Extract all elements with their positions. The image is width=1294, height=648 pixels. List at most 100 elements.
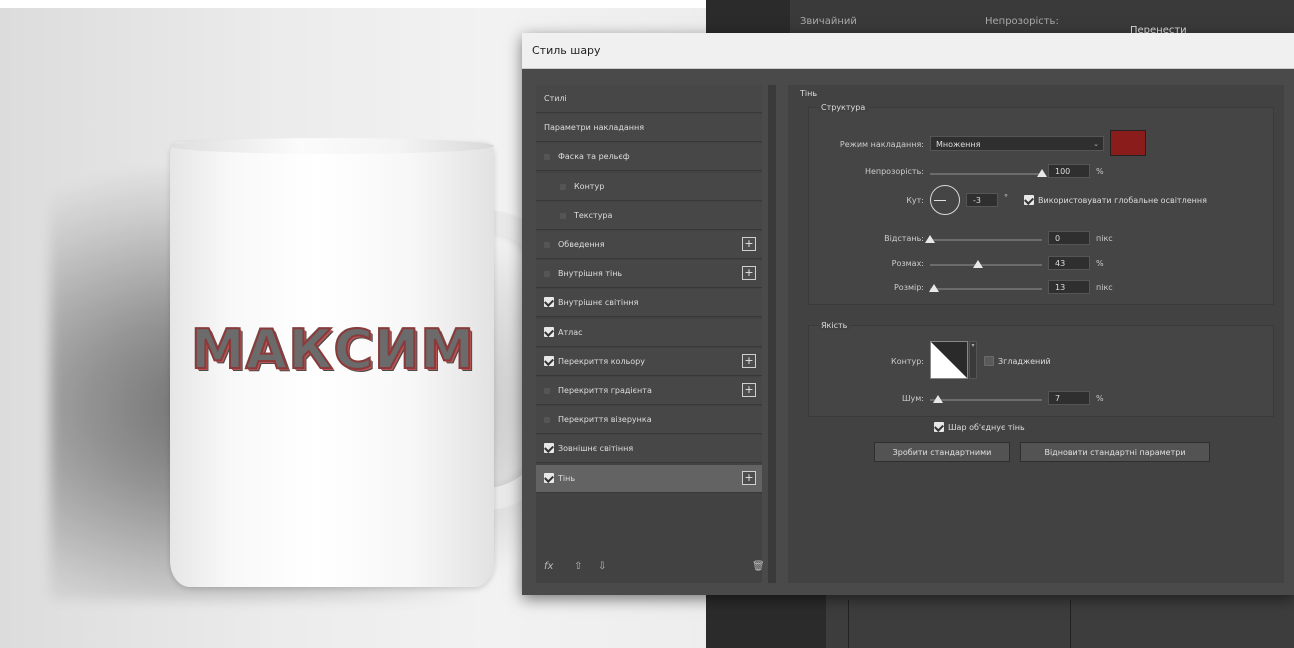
style-checkbox[interactable]: [560, 183, 566, 190]
add-style-icon[interactable]: +: [742, 383, 756, 397]
contour-curve: [931, 342, 967, 378]
style-list-item-label: Атлас: [558, 327, 583, 337]
blend-mode-value: Множення: [936, 140, 981, 149]
style-checkbox[interactable]: [544, 388, 550, 394]
arrow-down-icon[interactable]: ⇩: [598, 561, 606, 572]
style-list-item[interactable]: Контур: [536, 172, 762, 201]
noise-slider-handle[interactable]: [932, 395, 943, 403]
style-list-item-label: Зовнішнє світіння: [558, 444, 634, 454]
style-checkbox[interactable]: [544, 242, 550, 248]
knockout-checkbox[interactable]: [934, 422, 944, 432]
style-list-item-label: Параметри накладання: [544, 123, 645, 133]
opacity-slider-track[interactable]: [930, 173, 1042, 175]
arrow-up-icon[interactable]: ⇧: [574, 561, 582, 572]
shadow-color-swatch[interactable]: [1110, 130, 1146, 156]
add-style-icon[interactable]: +: [742, 266, 756, 281]
size-unit: пікс: [1096, 283, 1113, 292]
blend-mode-label: Режим накладання:: [839, 140, 924, 149]
styles-list-scrollbar[interactable]: [768, 85, 776, 583]
style-list-item[interactable]: Тінь +: [536, 464, 762, 493]
spread-input[interactable]: 43: [1048, 256, 1090, 270]
chevron-down-icon: ⌄: [1093, 140, 1099, 148]
style-list-item[interactable]: Внутрішнє світіння: [536, 289, 762, 318]
style-checkbox[interactable]: [544, 271, 550, 278]
size-slider-track[interactable]: [930, 288, 1042, 290]
style-list-item-label: Тінь: [558, 473, 576, 483]
quality-group: [808, 325, 1274, 417]
mug-text: МАКСИМ: [190, 317, 476, 382]
trash-icon[interactable]: 🗑: [752, 561, 765, 572]
style-checkbox[interactable]: [544, 417, 550, 424]
options-bar-blend[interactable]: Звичайний: [800, 16, 857, 27]
styles-list-footer: fx ⇧ ⇩ 🗑: [536, 555, 765, 581]
quality-title: Якість: [818, 321, 851, 330]
style-list-item[interactable]: Атлас: [536, 318, 762, 347]
opacity-label: Непрозорість:: [864, 167, 924, 176]
style-checkbox[interactable]: [544, 297, 554, 308]
spread-slider-handle[interactable]: [973, 260, 984, 268]
distance-slider-track[interactable]: [930, 239, 1042, 241]
style-list-item-label: Перекриття візерунка: [558, 415, 652, 425]
style-list-item[interactable]: Перекриття градієнта +: [536, 377, 762, 405]
style-list-item-label: Перекриття градієнта: [558, 386, 652, 395]
size-input[interactable]: 13: [1048, 280, 1090, 294]
style-checkbox[interactable]: [544, 355, 554, 366]
angle-unit: °: [1004, 193, 1008, 202]
structure-title: Структура: [818, 103, 869, 112]
global-light-label: Використовувати глобальне освітлення: [1038, 196, 1207, 205]
distance-slider-handle[interactable]: [925, 235, 935, 243]
style-list-item[interactable]: Обведення +: [536, 231, 762, 259]
add-style-icon[interactable]: +: [742, 353, 756, 368]
style-list-item[interactable]: Текстура: [536, 201, 762, 230]
noise-input[interactable]: 7: [1048, 391, 1090, 405]
layer-style-dialog: Стиль шару Стилі Параметри накладання Фаск…: [522, 33, 1294, 595]
style-list-item[interactable]: Параметри накладання: [536, 114, 762, 143]
style-list-item[interactable]: Перекриття візерунка: [536, 406, 762, 435]
make-default-button[interactable]: Зробити стандартними: [874, 442, 1010, 462]
add-style-icon[interactable]: +: [742, 470, 756, 485]
size-slider-handle[interactable]: [929, 284, 940, 292]
style-checkbox[interactable]: [544, 472, 554, 483]
global-light-checkbox[interactable]: [1024, 195, 1034, 205]
contour-preview[interactable]: [930, 341, 968, 379]
style-list-item-label: Обведення: [558, 240, 605, 249]
style-list-item-label: Текстура: [574, 210, 613, 220]
style-list-item-label: Стилі: [544, 94, 567, 103]
smoothed-checkbox[interactable]: [984, 356, 994, 366]
blend-mode-select[interactable]: Множення ⌄: [930, 136, 1104, 151]
style-checkbox[interactable]: [544, 154, 550, 161]
angle-input[interactable]: -3: [966, 193, 998, 207]
panel-divider: [1070, 600, 1071, 648]
angle-dial[interactable]: [930, 185, 960, 215]
distance-unit: пікс: [1096, 234, 1113, 243]
add-style-icon[interactable]: +: [742, 237, 756, 251]
style-list-item[interactable]: Внутрішня тінь +: [536, 260, 762, 289]
fx-icon[interactable]: fx: [544, 561, 553, 572]
style-checkbox[interactable]: [544, 443, 554, 454]
style-checkbox[interactable]: [544, 326, 554, 337]
angle-label: Кут:: [906, 196, 924, 205]
options-bar-opacity[interactable]: Непрозорість:: [985, 16, 1059, 27]
distance-input[interactable]: 0: [1048, 231, 1090, 245]
style-list-item[interactable]: Фаска та рельєф: [536, 143, 762, 172]
dialog-titlebar[interactable]: Стиль шару: [522, 33, 1294, 69]
workspace-bottom-panel: [826, 592, 1294, 648]
style-list-item-label: Контур: [574, 181, 605, 191]
knockout-label: Шар об'єднує тінь: [948, 423, 1025, 432]
style-checkbox[interactable]: [560, 212, 566, 219]
style-list-item-label: Перекриття кольору: [558, 356, 645, 366]
style-list-item[interactable]: Перекриття кольору +: [536, 347, 762, 376]
spread-slider-track[interactable]: [930, 264, 1042, 266]
smoothed-label: Згладжений: [998, 357, 1051, 366]
style-list-item[interactable]: Стилі: [536, 85, 762, 113]
style-list-item[interactable]: Зовнішнє світіння: [536, 435, 762, 464]
spread-unit: %: [1096, 259, 1104, 268]
noise-slider-track[interactable]: [930, 399, 1042, 401]
opacity-slider-handle[interactable]: [1037, 169, 1047, 177]
drop-shadow-settings: Тінь Структура Режим накладання: Множенн…: [788, 85, 1284, 583]
opacity-input[interactable]: 100: [1048, 164, 1090, 178]
reset-default-button[interactable]: Відновити стандартні параметри: [1020, 442, 1210, 462]
panel-divider: [848, 600, 849, 648]
contour-dropdown[interactable]: ▾: [969, 341, 977, 379]
style-list-item-label: Внутрішнє світіння: [558, 298, 639, 308]
